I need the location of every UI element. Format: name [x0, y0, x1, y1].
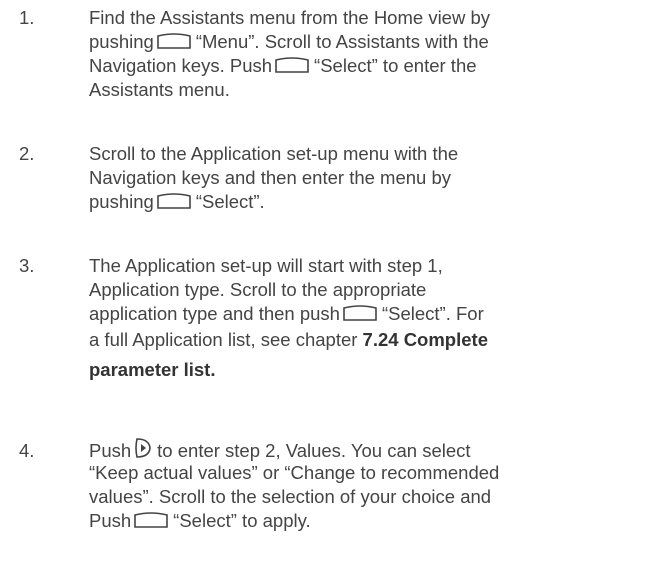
step-number: 2. [19, 143, 35, 164]
soft-key-icon [156, 193, 192, 211]
chapter-reference[interactable]: parameter list. [89, 358, 644, 387]
step-number: 1. [19, 7, 35, 28]
step-text: Find the Assistants menu from the Home v… [89, 6, 644, 102]
step-line-part: to enter step 2, Values. You can select [157, 440, 471, 461]
step-line: application type and then push “Select”. … [89, 302, 644, 328]
step-line: Navigation keys and then enter the menu … [89, 167, 452, 188]
step-line: Push “Select” to apply. [89, 509, 644, 533]
step-line: Scroll to the Application set-up menu wi… [89, 143, 459, 164]
step-line-part: Navigation keys. Push [89, 55, 273, 76]
step-number: 4. [19, 440, 35, 461]
step-line: values”. Scroll to the selection of your… [89, 486, 492, 507]
step-number: 3. [19, 255, 35, 276]
step-line-part: Push [89, 510, 132, 531]
soft-key-icon [133, 512, 169, 530]
step-line-part: “Select”. [195, 191, 265, 212]
step-line-part: “Menu”. Scroll to Assistants with the [195, 31, 489, 52]
step-line: “Keep actual values” or “Change to recom… [89, 462, 500, 483]
step-text: Scroll to the Application set-up menu wi… [89, 142, 644, 214]
step-line-part: a full Application list, see chapter [89, 329, 358, 350]
step-text: The Application set-up will start with s… [89, 254, 644, 387]
step-line: pushing “Menu”. Scroll to Assistants with… [89, 30, 644, 54]
step-line: Push to enter step 2, Values. You can sel… [89, 437, 644, 461]
step-line: Application type. Scroll to the appropri… [89, 279, 427, 300]
step-line-part: pushing [89, 191, 154, 212]
soft-key-icon [274, 57, 310, 75]
step-line: a full Application list, see chapter 7.2… [89, 328, 644, 358]
step-line-part: pushing [89, 31, 154, 52]
soft-key-icon [342, 305, 378, 323]
step-line-part: “Select” to enter the [314, 55, 477, 76]
step-line-part: “Select”. For [381, 303, 484, 324]
step-line: Assistants menu. [89, 79, 230, 100]
step-line-part: Push [89, 440, 132, 461]
step-line: The Application set-up will start with s… [89, 255, 443, 276]
step-line-part: “Select” to apply. [173, 510, 311, 531]
step-line: Find the Assistants menu from the Home v… [89, 7, 491, 28]
soft-key-icon [156, 33, 192, 51]
navigation-right-icon [133, 437, 153, 459]
step-text: Push to enter step 2, Values. You can sel… [89, 437, 644, 533]
step-line-part: application type and then push [89, 303, 340, 324]
step-line: Navigation keys. Push “Select” to enter t… [89, 54, 644, 78]
instruction-page: 1. Find the Assistants menu from the Hom… [0, 0, 655, 573]
chapter-reference[interactable]: 7.24 Complete [363, 329, 488, 350]
step-line: pushing “Select”. [89, 190, 644, 214]
